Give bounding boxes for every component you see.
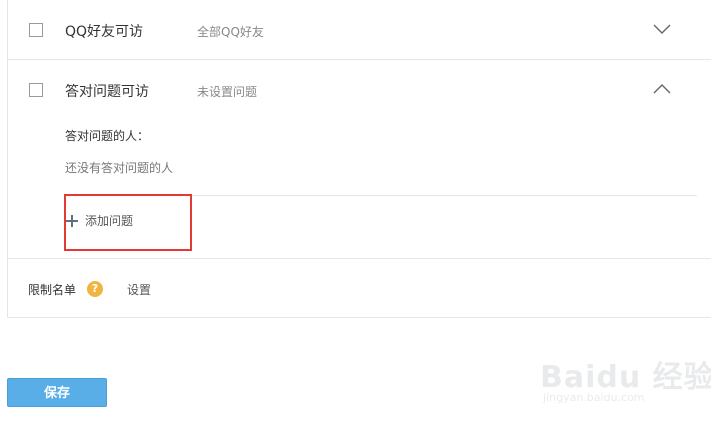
question-circle-icon[interactable]: ? <box>87 281 103 297</box>
answer-question-title: 答对问题可访 <box>65 84 149 100</box>
chevron-down-icon[interactable] <box>653 23 671 35</box>
add-question-button[interactable]: 添加问题 <box>66 212 133 229</box>
qq-friends-desc: 全部QQ好友 <box>197 25 264 39</box>
save-button[interactable]: 保存 <box>7 378 107 407</box>
answer-question-checkbox[interactable] <box>29 83 43 97</box>
qq-friends-row[interactable]: QQ好友可访 全部QQ好友 <box>8 0 711 60</box>
answered-people-label: 答对问题的人： <box>65 129 150 143</box>
restrict-list-settings-link[interactable]: 设置 <box>127 281 151 298</box>
answer-question-desc: 未设置问题 <box>197 85 258 99</box>
restrict-list-label: 限制名单 <box>28 283 77 297</box>
plus-icon <box>66 214 78 227</box>
watermark-main-text: Baidu 经验 <box>540 360 711 395</box>
qq-friends-checkbox[interactable] <box>29 23 43 37</box>
inner-divider <box>65 195 697 196</box>
answer-question-row: 答对问题可访 未设置问题 答对问题的人： 还没有答对问题的人 <box>8 60 711 259</box>
qq-friends-title: QQ好友可访 <box>65 24 144 40</box>
watermark-url-text: jingyan.baidu.com <box>543 391 645 404</box>
add-question-label: 添加问题 <box>85 214 134 228</box>
privacy-settings-panel: QQ好友可访 全部QQ好友 答对问题可访 未设置问题 答对问题的人： 还没有答对… <box>7 0 711 318</box>
no-answered-people-text: 还没有答对问题的人 <box>65 161 174 175</box>
baidu-jingyan-watermark: Baidu 经验 jingyan.baidu.com <box>540 340 711 410</box>
chevron-up-icon[interactable] <box>653 83 671 95</box>
